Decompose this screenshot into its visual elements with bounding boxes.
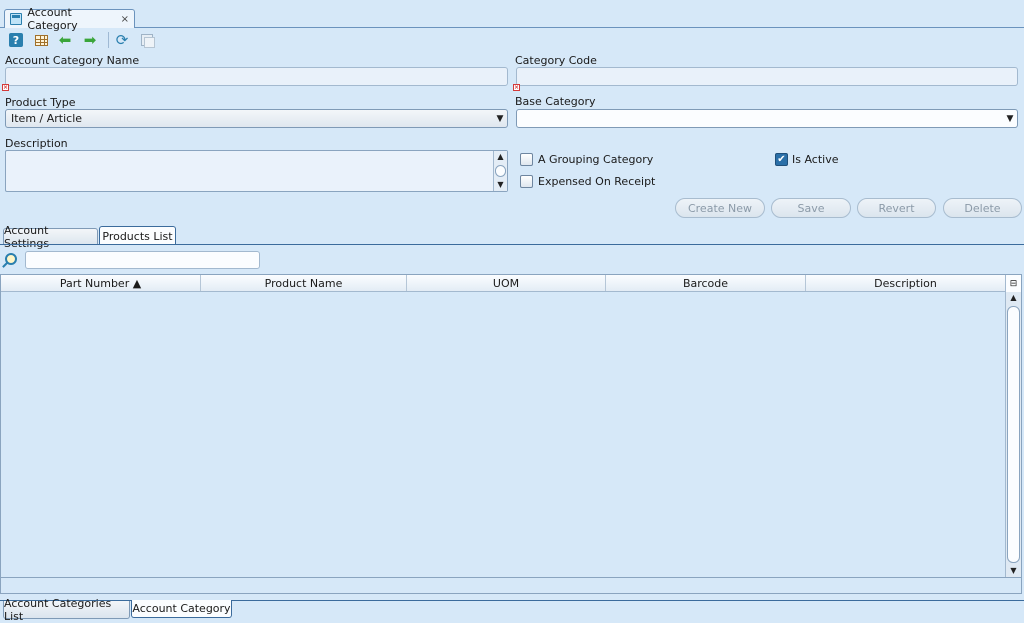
- table-status-strip: [0, 578, 1022, 594]
- account-category-name-label: Account Category Name: [5, 54, 140, 67]
- back-button[interactable]: ⬅: [57, 32, 73, 48]
- scroll-down-icon[interactable]: ▼: [494, 179, 507, 191]
- help-icon: ?: [9, 33, 23, 47]
- forward-arrow-icon: ➡: [83, 30, 97, 49]
- window-tab-divider: [0, 27, 1024, 28]
- category-code-label: Category Code: [515, 54, 597, 67]
- description-textarea[interactable]: ▲ ▼: [5, 150, 508, 192]
- account-category-name-input[interactable]: [5, 67, 508, 86]
- window-tab-title: Account Category: [27, 6, 78, 32]
- description-label: Description: [5, 137, 68, 150]
- help-button[interactable]: ?: [8, 32, 24, 48]
- description-scrollbar[interactable]: ▲ ▼: [493, 151, 507, 191]
- tab-account-category[interactable]: Account Category: [131, 600, 232, 618]
- grouping-category-label: A Grouping Category: [538, 153, 654, 166]
- search-input[interactable]: [25, 251, 260, 269]
- column-header-uom[interactable]: UOM: [407, 275, 606, 291]
- table-scrollbar[interactable]: ▲ ▼: [1005, 292, 1021, 577]
- column-header-part-number[interactable]: Part Number ▲: [1, 275, 201, 291]
- tab-account-settings[interactable]: Account Settings: [3, 224, 98, 250]
- grid-icon: [34, 34, 48, 46]
- column-chooser-icon[interactable]: ⊟: [1005, 275, 1021, 292]
- refresh-button[interactable]: ⟳: [114, 32, 130, 48]
- required-error-icon: ×: [2, 84, 9, 91]
- product-type-value: Item / Article: [11, 112, 83, 125]
- is-active-checkbox[interactable]: ✔: [775, 153, 788, 166]
- grouping-category-checkbox[interactable]: [520, 153, 533, 166]
- copy-icon: [141, 34, 155, 48]
- close-icon[interactable]: ×: [121, 14, 129, 25]
- base-category-select[interactable]: ▼: [516, 109, 1018, 128]
- window-tab-account-category[interactable]: Account Category ×: [4, 6, 135, 32]
- product-type-select[interactable]: Item / Article ▼: [5, 109, 508, 128]
- column-header-description[interactable]: Description: [806, 275, 1005, 291]
- column-header-product-name[interactable]: Product Name: [201, 275, 407, 291]
- create-new-button[interactable]: Create New: [675, 198, 765, 218]
- is-active-option[interactable]: ✔ Is Active: [775, 153, 839, 166]
- inner-tab-divider: [0, 244, 1024, 245]
- chevron-down-icon: ▼: [1006, 113, 1014, 124]
- chevron-down-icon: ▼: [496, 113, 504, 124]
- category-code-input[interactable]: [516, 67, 1018, 86]
- toolbar-separator: [108, 32, 109, 48]
- revert-button[interactable]: Revert: [857, 198, 936, 218]
- scrollbar-thumb[interactable]: [1007, 306, 1020, 563]
- back-arrow-icon: ⬅: [58, 30, 72, 49]
- base-category-label: Base Category: [515, 95, 596, 108]
- search-icon: [5, 253, 17, 265]
- table-header: Part Number ▲ Product Name UOM Barcode D…: [1, 275, 1005, 292]
- products-table: Part Number ▲ Product Name UOM Barcode D…: [0, 274, 1022, 578]
- search-button[interactable]: [5, 253, 17, 265]
- required-error-icon: ×: [513, 84, 520, 91]
- forward-button[interactable]: ➡: [82, 32, 98, 48]
- scroll-down-icon[interactable]: ▼: [1006, 565, 1021, 577]
- is-active-label: Is Active: [792, 153, 839, 166]
- grouping-category-option[interactable]: A Grouping Category: [520, 153, 653, 166]
- refresh-icon: ⟳: [115, 30, 129, 49]
- scroll-up-icon[interactable]: ▲: [494, 151, 507, 163]
- window-icon: [10, 13, 23, 25]
- expensed-on-receipt-label: Expensed On Receipt: [538, 175, 656, 188]
- tab-account-categories-list[interactable]: Account Categories List: [3, 597, 130, 623]
- product-type-label: Product Type: [5, 96, 76, 109]
- copy-button[interactable]: [139, 32, 155, 48]
- column-header-barcode[interactable]: Barcode: [606, 275, 806, 291]
- delete-button[interactable]: Delete: [943, 198, 1022, 218]
- expensed-on-receipt-checkbox[interactable]: [520, 175, 533, 188]
- scroll-up-icon[interactable]: ▲: [1006, 292, 1021, 304]
- save-button[interactable]: Save: [771, 198, 851, 218]
- scrollbar-thumb[interactable]: [495, 165, 506, 177]
- tab-products-list[interactable]: Products List: [99, 226, 176, 245]
- expensed-on-receipt-option[interactable]: Expensed On Receipt: [520, 175, 655, 188]
- grid-button[interactable]: [33, 32, 49, 48]
